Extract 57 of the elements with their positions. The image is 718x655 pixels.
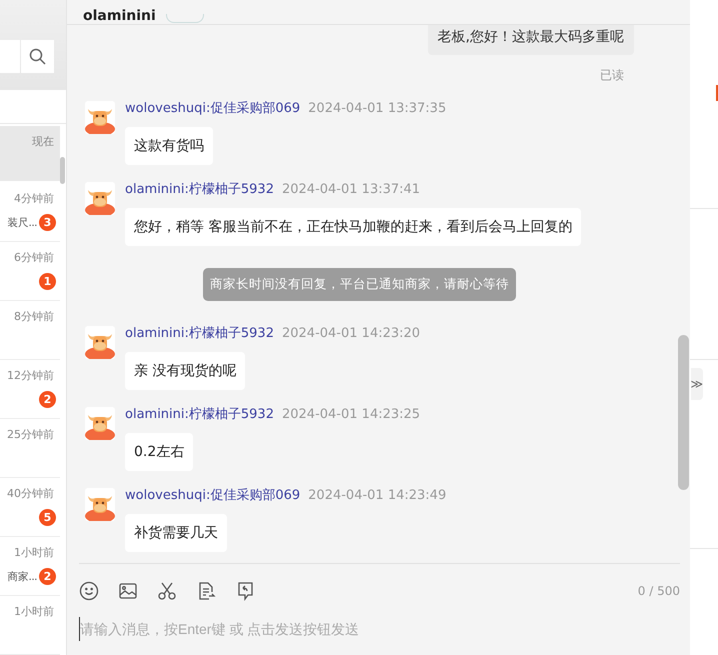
avatar-icon bbox=[85, 407, 115, 440]
avatar-icon bbox=[85, 101, 115, 134]
message-bubble: 这款有货吗 bbox=[125, 127, 213, 165]
unread-badge: 1 bbox=[39, 273, 56, 290]
message-time: 2024-04-01 13:37:35 bbox=[308, 101, 446, 117]
scrollbar-thumb[interactable] bbox=[60, 157, 65, 184]
message-preview: 商家... bbox=[7, 570, 37, 584]
avatar-icon bbox=[85, 326, 115, 359]
search-field[interactable] bbox=[0, 40, 20, 73]
sender-name: olaminini:柠檬柚子5932 bbox=[125, 326, 274, 342]
search-icon bbox=[29, 48, 46, 65]
conversation-time: 6分钟前 bbox=[14, 250, 54, 265]
conversation-time: 4分钟前 bbox=[14, 191, 54, 206]
message-input[interactable]: 请输入消息，按Enter键 或 点击发送按钮发送 bbox=[79, 617, 678, 641]
message-preview: 装尺... bbox=[7, 216, 37, 230]
conversation-time: 1小时前 bbox=[14, 545, 54, 560]
unread-badge: 2 bbox=[39, 391, 56, 408]
character-counter: 0 / 500 bbox=[638, 584, 680, 598]
conversation-time: 1小时前 bbox=[14, 604, 54, 619]
sender-name: olaminini:柠檬柚子5932 bbox=[125, 182, 274, 198]
conversation-item[interactable]: 现在 bbox=[0, 126, 60, 181]
message-time: 2024-04-01 14:23:49 bbox=[308, 488, 446, 504]
screenshot-button[interactable] bbox=[157, 580, 177, 600]
sender-name: woloveshuqi:促佳采购部069 bbox=[125, 101, 300, 117]
avatar-icon bbox=[85, 488, 115, 521]
message-time: 2024-04-01 13:37:41 bbox=[282, 182, 420, 198]
system-notice: 商家长时间没有回复，平台已通知商家，请耐心等待 bbox=[203, 268, 516, 301]
conversation-time: 12分钟前 bbox=[7, 368, 54, 383]
unread-badge: 5 bbox=[39, 509, 56, 526]
message-bubble: 0.2左右 bbox=[125, 433, 194, 471]
unread-badge: 3 bbox=[39, 214, 56, 231]
tag-pill bbox=[166, 14, 204, 23]
scrollbar-thumb[interactable] bbox=[678, 335, 689, 490]
smiley-icon bbox=[79, 580, 99, 600]
message-bubble: 您好，稍等 客服当前不在，正在快马加鞭的赶来，看到后会马上回复的 bbox=[125, 208, 582, 246]
avatar-icon bbox=[85, 182, 115, 215]
sender-name: woloveshuqi:促佳采购部069 bbox=[125, 488, 300, 504]
conversation-time: 40分钟前 bbox=[7, 486, 54, 501]
message-time: 2024-04-01 14:23:20 bbox=[282, 326, 420, 342]
message-time: 2024-04-01 14:23:25 bbox=[282, 407, 420, 423]
collapse-button[interactable]: ≫ bbox=[691, 368, 703, 400]
read-status: 已读 bbox=[600, 67, 624, 84]
image-button[interactable] bbox=[118, 580, 138, 600]
conversation-time: 25分钟前 bbox=[7, 427, 54, 442]
scissors-icon bbox=[157, 580, 177, 600]
chat-title: olaminini bbox=[83, 8, 156, 24]
emoji-button[interactable] bbox=[79, 580, 99, 600]
image-icon bbox=[118, 580, 138, 600]
sender-name: olaminini:柠檬柚子5932 bbox=[125, 407, 274, 423]
message-bubble: 补货需要几天 bbox=[125, 514, 227, 552]
search-button[interactable] bbox=[21, 40, 54, 73]
message-bubble: 亲 没有现货的呢 bbox=[125, 352, 246, 390]
unread-badge: 2 bbox=[39, 568, 56, 585]
active-marker bbox=[716, 85, 718, 101]
message-bubble: 老板,您好！这款最大码多重呢 bbox=[428, 25, 634, 55]
conversation-time: 8分钟前 bbox=[14, 309, 54, 324]
conversation-time: 现在 bbox=[32, 134, 54, 149]
